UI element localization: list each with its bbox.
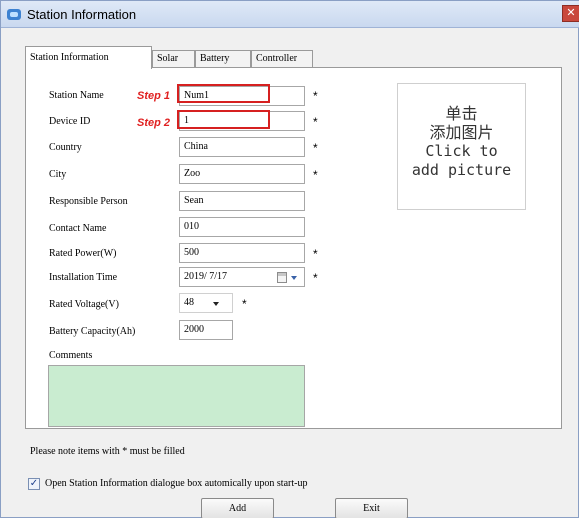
- tab-solar[interactable]: Solar: [152, 50, 195, 68]
- rated-voltage-required-mark: *: [242, 297, 247, 311]
- startup-checkbox[interactable]: ✓: [28, 478, 40, 490]
- rated-voltage-select[interactable]: 48: [179, 293, 233, 313]
- device-id-required-mark: *: [313, 115, 318, 129]
- city-required-mark: *: [313, 168, 318, 182]
- window-title: Station Information: [27, 7, 137, 22]
- tab-controller[interactable]: Controller: [251, 50, 313, 68]
- tab-battery[interactable]: Battery: [195, 50, 251, 68]
- country-input[interactable]: China: [179, 137, 305, 157]
- rated-power-required-mark: *: [313, 247, 318, 261]
- add-button[interactable]: Add: [201, 498, 274, 518]
- installation-time-value: 2019/ 7/17: [184, 271, 228, 282]
- rated-power-label: Rated Power(W): [49, 248, 117, 259]
- required-fields-note: Please note items with * must be filled: [30, 446, 185, 457]
- country-required-mark: *: [313, 141, 318, 155]
- responsible-person-label: Responsible Person: [49, 196, 128, 207]
- comments-textarea[interactable]: [48, 365, 305, 427]
- city-input[interactable]: Zoo: [179, 164, 305, 184]
- picture-click-zh: 单击: [445, 104, 478, 123]
- contact-name-label: Contact Name: [49, 223, 107, 234]
- picture-add-zh: 添加图片: [429, 123, 494, 142]
- installation-time-label: Installation Time: [49, 272, 118, 283]
- chevron-down-icon: [291, 276, 297, 280]
- add-picture-box[interactable]: 单击 添加图片 Click to add picture: [397, 83, 526, 210]
- station-name-required-mark: *: [313, 89, 318, 103]
- step-2-highlight: [177, 110, 270, 129]
- installation-time-picker[interactable]: 2019/ 7/17: [179, 267, 305, 287]
- country-label: Country: [49, 142, 82, 153]
- rated-voltage-value: 48: [184, 297, 194, 308]
- rated-voltage-label: Rated Voltage(V): [49, 299, 119, 310]
- responsible-person-input[interactable]: Sean: [179, 191, 305, 211]
- contact-name-input[interactable]: 010: [179, 217, 305, 237]
- installation-time-required-mark: *: [313, 271, 318, 285]
- close-button[interactable]: ✕: [562, 5, 579, 22]
- startup-checkbox-label: Open Station Information dialogue box au…: [45, 478, 308, 489]
- battery-capacity-label: Battery Capacity(Ah): [49, 326, 136, 337]
- comments-label: Comments: [49, 350, 93, 361]
- title-bar[interactable]: Station Information ✕: [1, 1, 579, 28]
- station-information-dialog: Station Information ✕ Station Informatio…: [0, 0, 579, 518]
- city-label: City: [49, 169, 67, 180]
- tab-station-information[interactable]: Station Information: [25, 46, 152, 69]
- step-1-highlight: [177, 84, 270, 103]
- step-1-annotation: Step 1: [137, 90, 171, 102]
- station-name-label: Station Name: [49, 90, 104, 101]
- picture-add-picture: add picture: [411, 161, 512, 179]
- chevron-down-icon: [213, 302, 219, 306]
- battery-capacity-input[interactable]: 2000: [179, 320, 233, 340]
- calendar-icon: [277, 272, 287, 283]
- date-dropdown-button[interactable]: [277, 272, 301, 283]
- picture-click-to: Click to: [425, 142, 498, 160]
- app-icon: [7, 9, 21, 20]
- device-id-label: Device ID: [49, 116, 91, 127]
- exit-button[interactable]: Exit: [335, 498, 408, 518]
- step-2-annotation: Step 2: [137, 117, 171, 129]
- rated-power-input[interactable]: 500: [179, 243, 305, 263]
